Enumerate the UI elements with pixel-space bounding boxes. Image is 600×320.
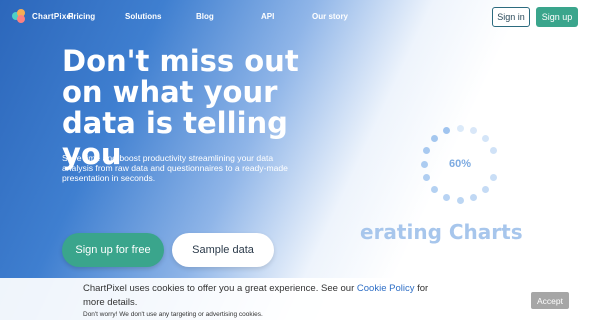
nav-link-our-story[interactable]: Our story	[312, 12, 348, 21]
loader-dot	[489, 174, 497, 182]
loader-dot	[456, 196, 464, 204]
loader-dot	[481, 135, 489, 143]
loading-caption: erating Charts	[360, 220, 523, 244]
sign-up-button[interactable]: Sign up	[536, 7, 578, 27]
cookie-note: Don't worry! We don't use any targeting …	[83, 311, 263, 318]
cookie-message-start: ChartPixel uses cookies to offer you a g…	[83, 283, 357, 294]
nav-link-pricing[interactable]: Pricing	[68, 12, 95, 21]
hero-headline: Don't miss out on what your data is tell…	[62, 44, 299, 171]
loader-dot	[442, 127, 450, 135]
loader-dot	[431, 135, 439, 143]
loader-dot	[431, 185, 439, 193]
chartpixel-logo-icon	[12, 9, 26, 23]
loader-dot	[442, 193, 450, 201]
loader-dot	[470, 193, 478, 201]
loading-percent: 60%	[448, 158, 472, 170]
sign-up-free-button[interactable]: Sign up for free	[62, 233, 164, 267]
nav-link-api[interactable]: API	[261, 12, 274, 21]
accept-cookies-button[interactable]: Accept	[531, 292, 569, 309]
brand-logo[interactable]: ChartPixel	[12, 9, 74, 23]
loader-dot	[470, 127, 478, 135]
hero-subtext: Save time and boost productivity streaml…	[62, 153, 288, 183]
cookie-message: ChartPixel uses cookies to offer you a g…	[83, 282, 433, 310]
sample-data-button[interactable]: Sample data	[172, 233, 274, 267]
nav-link-solutions[interactable]: Solutions	[125, 12, 161, 21]
cookie-policy-link[interactable]: Cookie Policy	[357, 283, 415, 294]
loader-dot	[420, 160, 428, 168]
loader-dot	[481, 185, 489, 193]
sign-in-button[interactable]: Sign in	[492, 7, 530, 27]
nav-link-blog[interactable]: Blog	[196, 12, 214, 21]
loading-spinner: 60%	[418, 122, 502, 206]
top-nav: ChartPixel Pricing Solutions Blog API Ou…	[0, 0, 600, 34]
loader-dot	[456, 124, 464, 132]
loader-dot	[423, 174, 431, 182]
loader-dot	[489, 146, 497, 154]
loader-dot	[423, 146, 431, 154]
